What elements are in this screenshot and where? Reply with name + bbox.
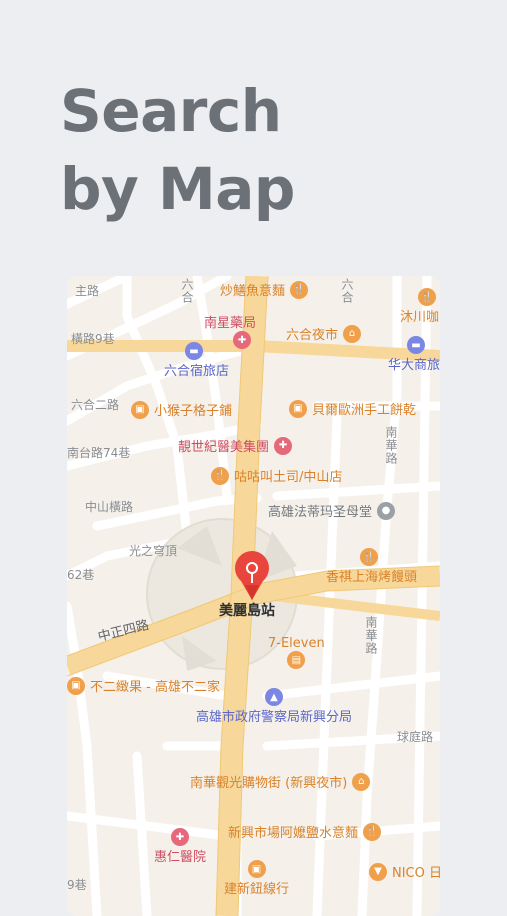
street-label: 光之穹頂: [129, 544, 178, 558]
poi-restaurant[interactable]: 炒鱔魚意麵 🍴: [215, 280, 309, 299]
poi-convenience-store[interactable]: 7-Eleven ▤: [263, 636, 330, 669]
poi-night-market[interactable]: 南華觀光購物街 (新興夜市) ⌂: [185, 772, 371, 791]
church-icon: ●: [377, 501, 396, 520]
poi-restaurant[interactable]: 🍴 香祺上海烤饅頭: [321, 548, 422, 585]
poi-hospital[interactable]: ✚ 惠仁醫院: [149, 828, 211, 865]
poi-restaurant[interactable]: 🍴 咕咕叫土司/中山店: [211, 466, 347, 485]
street-label: 主路: [75, 284, 100, 298]
restaurant-icon: 🍴: [211, 466, 229, 485]
shop-icon: ▣: [247, 860, 266, 878]
street-label: 球庭路: [397, 730, 434, 744]
street-label: 六合: [340, 278, 354, 304]
headline-line-2: by Map: [60, 155, 295, 223]
poi-restaurant[interactable]: 🍴 沐川咖: [395, 288, 440, 325]
street-label: 六合: [180, 278, 194, 304]
poi-clinic[interactable]: 靚世紀醫美集團 ✚: [173, 436, 293, 455]
market-icon: ⌂: [343, 324, 362, 343]
street-label: 南台路74巷: [67, 446, 131, 460]
convenience-store-icon: ▤: [287, 651, 306, 669]
clothing-icon: ▼: [369, 862, 387, 881]
pharmacy-icon: ✚: [233, 331, 252, 349]
hotel-icon: ▬: [185, 342, 203, 360]
station-label: 美麗島站: [219, 603, 275, 619]
poi-shop[interactable]: ▣ 建新鈕線行: [219, 860, 294, 897]
map-pin-icon[interactable]: [231, 551, 273, 605]
street-label: 六合二路: [71, 398, 120, 412]
poi-hotel[interactable]: ▬ 六合宿旅店: [159, 342, 234, 379]
poi-clothing[interactable]: ▼ NICO 日: [369, 862, 440, 881]
shop-icon: ▣: [67, 676, 85, 695]
restaurant-icon: 🍴: [360, 548, 379, 566]
market-icon: ⌂: [352, 772, 371, 791]
headline-line-1: Search: [60, 77, 282, 145]
headline: Search by Map: [60, 72, 295, 228]
shop-icon: ▣: [289, 399, 307, 418]
restaurant-icon: 🍴: [363, 822, 382, 841]
street-label: 中山橫路: [85, 500, 134, 514]
poi-church[interactable]: 高雄法蒂玛圣母堂 ●: [263, 501, 396, 520]
hospital-icon: ✚: [171, 828, 189, 846]
street-label: 南華路: [384, 426, 398, 465]
street-label: 9巷: [67, 878, 87, 892]
police-icon: ▲: [265, 688, 283, 706]
poi-hotel[interactable]: ▬ 华大商旅: [383, 336, 440, 373]
shop-icon: ▣: [131, 400, 149, 419]
street-label: 橫路9巷: [71, 332, 115, 346]
poi-night-market[interactable]: 六合夜市 ⌂: [281, 324, 362, 343]
street-label: 62巷: [67, 568, 95, 582]
poi-police[interactable]: ▲ 高雄市政府警察局新興分局: [191, 688, 357, 725]
poi-shop[interactable]: ▣ 貝爾歐洲手工餅乾: [289, 399, 421, 418]
poi-shop[interactable]: ▣ 小猴子格子鋪: [131, 400, 237, 419]
map-view[interactable]: 主路 橫路9巷 六合二路 南台路74巷 中山橫路 光之穹頂 62巷 中正四路 9…: [67, 276, 440, 916]
hotel-icon: ▬: [407, 336, 425, 354]
restaurant-icon: 🍴: [290, 280, 309, 299]
street-label: 南華路: [364, 616, 378, 655]
restaurant-icon: 🍴: [418, 288, 437, 306]
poi-restaurant[interactable]: 新興市場阿嬤鹽水意麵 🍴: [223, 822, 382, 841]
clinic-icon: ✚: [274, 436, 293, 455]
